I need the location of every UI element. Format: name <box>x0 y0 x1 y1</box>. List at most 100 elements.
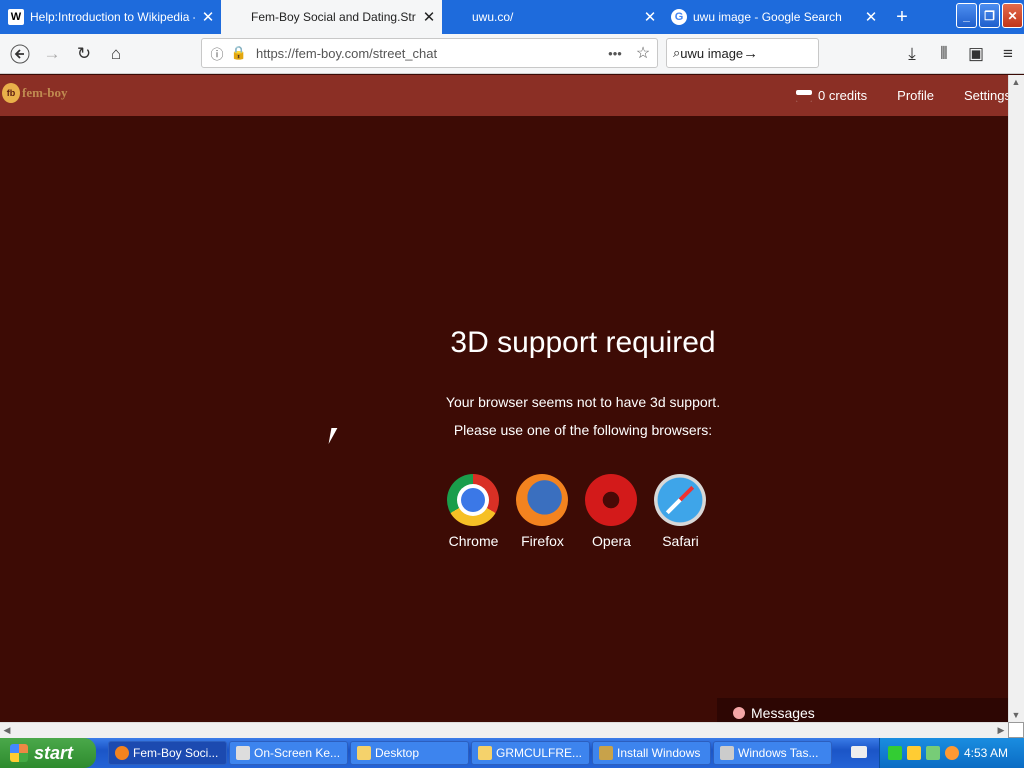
task-firefox[interactable]: Fem-Boy Soci... <box>108 741 227 765</box>
task-windows-task-manager[interactable]: Windows Tas... <box>713 741 832 765</box>
taskbar-items: Fem-Boy Soci... On-Screen Ke... Desktop … <box>108 741 832 765</box>
vertical-scrollbar[interactable]: ▲ ▼ <box>1008 75 1024 722</box>
scroll-corner <box>1008 722 1024 738</box>
system-tray: 4:53 AM <box>879 738 1024 768</box>
browser-list: Chrome Firefox Opera Safari <box>447 474 707 549</box>
task-label: Windows Tas... <box>738 746 819 760</box>
settings-link[interactable]: Settings <box>964 88 1011 103</box>
chrome-link[interactable]: Chrome <box>447 474 500 549</box>
security-shield-icon[interactable] <box>906 746 921 760</box>
task-install-windows[interactable]: Install Windows <box>592 741 711 765</box>
scroll-down-icon[interactable]: ▼ <box>1009 708 1023 722</box>
tab-fem-boy[interactable]: Fem-Boy Social and Dating.Street ✕ <box>221 0 442 34</box>
folder-icon <box>478 746 492 760</box>
tab-wikipedia[interactable]: W Help:Introduction to Wikipedia - W ✕ <box>0 0 221 34</box>
keyboard-tray-icon[interactable] <box>851 746 867 758</box>
close-window-icon[interactable]: ✕ <box>1002 3 1023 28</box>
site-logo[interactable]: fb fem-boy <box>2 83 68 103</box>
go-arrow-icon[interactable]: → <box>743 45 769 62</box>
url-text[interactable]: https://fem-boy.com/street_chat <box>250 46 601 61</box>
reload-icon[interactable]: ↻ <box>68 38 100 70</box>
site-header: fb fem-boy 0 credits Profile Settings <box>0 75 1011 116</box>
home-icon[interactable]: ⌂ <box>100 38 132 70</box>
profile-link[interactable]: Profile <box>897 88 934 103</box>
logo-mark: fb <box>2 83 20 103</box>
search-icon: ⌕ <box>673 45 681 60</box>
header-nav: 0 credits Profile Settings <box>766 75 1011 116</box>
google-icon: G <box>671 9 687 25</box>
close-icon[interactable]: ✕ <box>637 8 663 26</box>
restore-icon[interactable]: ❐ <box>979 3 1000 28</box>
firefox-icon <box>516 474 568 526</box>
sidebar-icon[interactable]: ▣ <box>960 38 992 70</box>
antivirus-icon[interactable] <box>925 746 940 760</box>
library-icon[interactable]: ⫴ <box>928 38 960 70</box>
main-content: 3D support required Your browser seems n… <box>0 116 1008 722</box>
tab-bar: W Help:Introduction to Wikipedia - W ✕ F… <box>0 0 1024 34</box>
menu-icon[interactable]: ≡ <box>992 38 1024 70</box>
safari-icon <box>654 474 706 526</box>
close-icon[interactable]: ✕ <box>858 8 884 26</box>
scroll-left-icon[interactable]: ◀ <box>0 723 14 737</box>
credit-card-icon <box>796 89 813 102</box>
keyboard-icon <box>236 746 250 760</box>
taskbar: start Fem-Boy Soci... On-Screen Ke... De… <box>0 738 1024 768</box>
folder-icon <box>357 746 371 760</box>
credits-link[interactable]: 0 credits <box>796 88 867 103</box>
browser-label: Opera <box>592 533 631 549</box>
download-icon[interactable]: ⤓ <box>896 38 928 70</box>
opera-link[interactable]: Opera <box>585 474 638 549</box>
browser-label: Safari <box>662 533 699 549</box>
forward-icon[interactable]: → <box>36 38 68 70</box>
start-label: start <box>34 742 74 763</box>
scroll-right-icon[interactable]: ▶ <box>994 723 1008 737</box>
task-label: Install Windows <box>617 746 701 760</box>
search-tray-icon[interactable] <box>944 746 959 760</box>
search-bar[interactable]: ⌕ uwu image → <box>666 38 819 68</box>
bookmark-star-icon[interactable]: ☆ <box>629 43 657 63</box>
page-actions-icon[interactable]: ••• <box>601 46 629 61</box>
safari-link[interactable]: Safari <box>654 474 707 549</box>
chrome-icon <box>447 474 499 526</box>
page-title: 3D support required <box>450 326 716 359</box>
credits-label: 0 credits <box>818 88 868 103</box>
search-input[interactable]: uwu image <box>680 46 743 61</box>
horizontal-scrollbar[interactable]: ◀ ▶ <box>0 722 1008 738</box>
browser-label: Chrome <box>448 533 499 549</box>
close-icon[interactable]: ✕ <box>416 8 442 26</box>
logo-wordmark: fem-boy <box>22 85 68 100</box>
start-button[interactable]: start <box>0 738 96 768</box>
monitor-icon <box>720 746 734 760</box>
firefox-link[interactable]: Firefox <box>516 474 569 549</box>
task-onscreen-keyboard[interactable]: On-Screen Ke... <box>229 741 348 765</box>
task-label: GRMCULFRE... <box>496 746 583 760</box>
lock-icon[interactable]: 🔒 <box>228 45 250 61</box>
info-icon[interactable]: ⓘ <box>206 44 228 63</box>
network-icon[interactable] <box>887 746 902 760</box>
messages-label: Messages <box>751 705 815 721</box>
task-desktop[interactable]: Desktop <box>350 741 469 765</box>
close-icon[interactable]: ✕ <box>195 8 221 26</box>
wikipedia-icon: W <box>8 9 24 25</box>
task-grmculfre[interactable]: GRMCULFRE... <box>471 741 590 765</box>
tab-title: Help:Introduction to Wikipedia - W <box>30 10 195 24</box>
windows-flag-icon <box>10 744 28 762</box>
navigation-bar: → ↻ ⌂ ⓘ 🔒 https://fem-boy.com/street_cha… <box>0 34 1024 74</box>
task-label: On-Screen Ke... <box>254 746 341 760</box>
tab-title: Fem-Boy Social and Dating.Street <box>251 10 416 24</box>
notice-line-2: Please use one of the following browsers… <box>453 422 713 438</box>
firefox-icon <box>115 746 129 760</box>
toolbar-icons: ⤓ ⫴ ▣ ≡ <box>896 38 1024 70</box>
window-controls: _ ❐ ✕ <box>956 3 1023 28</box>
tab-google[interactable]: G uwu image - Google Search ✕ <box>663 0 884 34</box>
url-bar[interactable]: ⓘ 🔒 https://fem-boy.com/street_chat ••• … <box>201 38 658 68</box>
minimize-icon[interactable]: _ <box>956 3 977 28</box>
scroll-up-icon[interactable]: ▲ <box>1009 75 1023 89</box>
tab-uwu[interactable]: uwu.co/ ✕ <box>442 0 663 34</box>
browser-label: Firefox <box>521 533 564 549</box>
status-dot-icon <box>733 707 745 719</box>
task-label: Desktop <box>375 746 420 760</box>
new-tab-button[interactable]: + <box>884 0 920 34</box>
clock[interactable]: 4:53 AM <box>964 746 1008 760</box>
back-icon[interactable] <box>4 38 36 70</box>
